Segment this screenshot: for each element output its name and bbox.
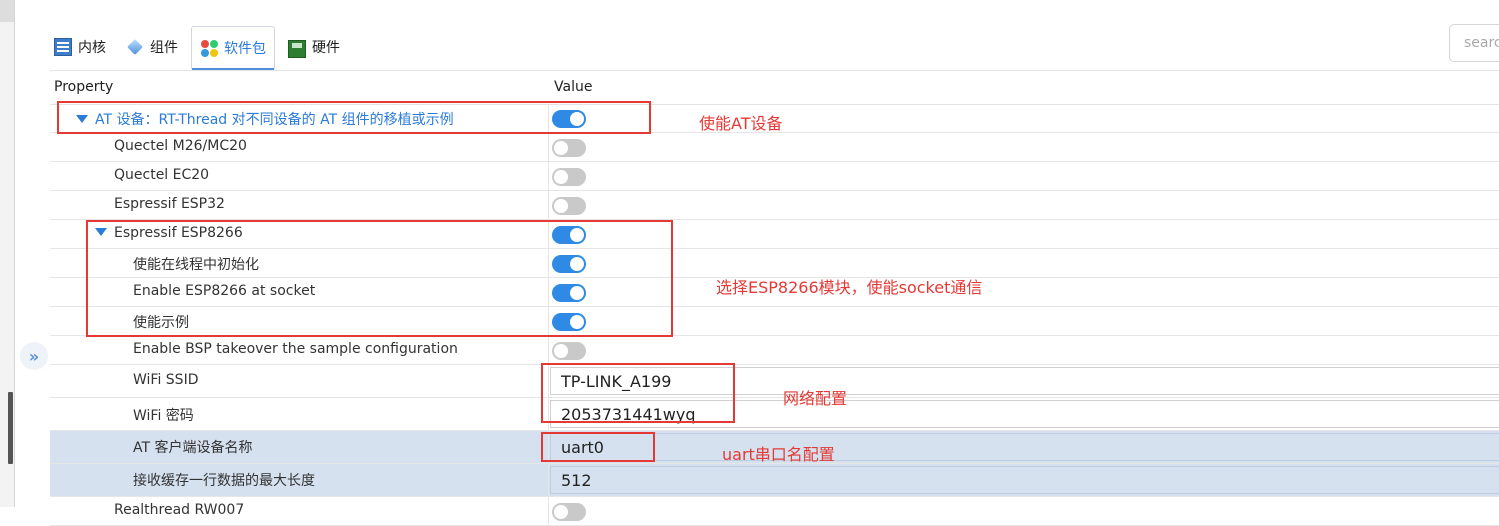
expand-panel-button[interactable]: » bbox=[20, 342, 48, 370]
annotation-box-at-device bbox=[57, 101, 651, 134]
package-icon bbox=[200, 39, 218, 57]
row-label: AT 客户端设备名称 bbox=[133, 440, 253, 456]
toggle-switch[interactable] bbox=[552, 139, 586, 157]
tab-label: 组件 bbox=[150, 40, 178, 56]
left-gutter bbox=[0, 0, 15, 507]
row-label: Quectel M26/MC20 bbox=[114, 138, 247, 154]
row-esp32[interactable]: Espressif ESP32 bbox=[50, 191, 1499, 220]
tab-label: 内核 bbox=[78, 40, 106, 56]
annotation-box-uart bbox=[541, 432, 655, 462]
row-label: WiFi 密码 bbox=[133, 408, 194, 424]
toggle-switch[interactable] bbox=[552, 342, 586, 360]
row-wifi-password[interactable]: WiFi 密码 2053731441wyq bbox=[50, 398, 1499, 431]
row-label: Quectel EC20 bbox=[114, 167, 210, 183]
property-grid: Property Value AT 设备：RT-Thread 对不同设备的 AT… bbox=[50, 70, 1499, 526]
annotation-network: 网络配置 bbox=[783, 389, 848, 408]
kernel-icon bbox=[54, 38, 72, 56]
tab-packages[interactable]: 软件包 bbox=[191, 26, 275, 70]
row-label: Enable BSP takeover the sample configura… bbox=[133, 341, 458, 357]
row-label: Realthread RW007 bbox=[114, 502, 245, 518]
tab-component[interactable]: 组件 bbox=[126, 26, 178, 68]
row-recv-line-max-len[interactable]: 接收缓存一行数据的最大长度 512 bbox=[50, 464, 1499, 497]
annotation-uart: uart串口名配置 bbox=[722, 445, 835, 464]
scrollbar-thumb[interactable] bbox=[8, 392, 13, 464]
row-label: WiFi SSID bbox=[133, 372, 199, 388]
tab-bar: 内核 组件 软件包 硬件 searc bbox=[50, 24, 1499, 70]
value-column-header: Value bbox=[554, 79, 593, 95]
property-column-header: Property bbox=[54, 79, 114, 95]
row-wifi-ssid[interactable]: WiFi SSID TP-LINK_A199 bbox=[50, 365, 1499, 398]
row-quectel-m26[interactable]: Quectel M26/MC20 bbox=[50, 133, 1499, 162]
toggle-switch[interactable] bbox=[552, 503, 586, 521]
toggle-switch[interactable] bbox=[552, 197, 586, 215]
search-input[interactable]: searc bbox=[1449, 24, 1499, 62]
row-rw007[interactable]: Realthread RW007 bbox=[50, 497, 1499, 526]
component-icon bbox=[126, 38, 144, 56]
recv-line-max-len-input[interactable]: 512 bbox=[550, 466, 1499, 494]
annotation-at-device: 使能AT设备 bbox=[699, 114, 783, 133]
annotation-esp8266: 选择ESP8266模块，使能socket通信 bbox=[716, 278, 983, 297]
toggle-switch[interactable] bbox=[552, 168, 586, 186]
row-label: 接收缓存一行数据的最大长度 bbox=[133, 473, 315, 489]
row-bsp-takeover[interactable]: Enable BSP takeover the sample configura… bbox=[50, 336, 1499, 365]
grid-header: Property Value bbox=[50, 70, 1499, 105]
tab-kernel[interactable]: 内核 bbox=[54, 26, 106, 68]
row-label: Espressif ESP32 bbox=[114, 196, 225, 212]
annotation-box-esp8266 bbox=[86, 220, 673, 337]
tab-label: 硬件 bbox=[312, 40, 340, 56]
annotation-box-network bbox=[541, 363, 735, 423]
hardware-icon bbox=[288, 39, 306, 58]
at-client-device-input[interactable]: uart0 bbox=[550, 433, 1499, 461]
tab-hardware[interactable]: 硬件 bbox=[288, 26, 340, 68]
gutter-corner bbox=[0, 0, 14, 22]
tab-label: 软件包 bbox=[224, 41, 266, 57]
row-quectel-ec20[interactable]: Quectel EC20 bbox=[50, 162, 1499, 191]
